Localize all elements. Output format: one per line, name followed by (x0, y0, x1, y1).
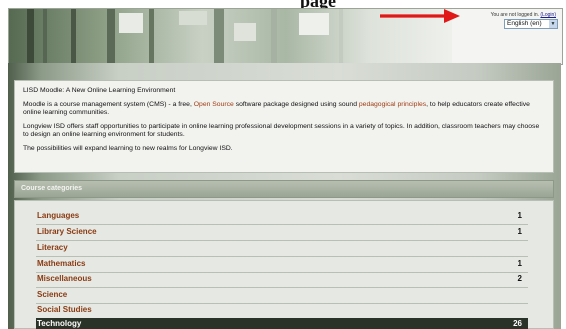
category-count: 1 (517, 227, 522, 236)
banner-tree (71, 9, 76, 64)
banner-pixel-block (299, 13, 329, 35)
category-count: 1 (517, 259, 522, 268)
language-select-value: English (en) (507, 20, 542, 27)
category-link[interactable]: Literacy (37, 243, 68, 252)
category-row[interactable]: Languages 1 (36, 210, 528, 225)
language-select[interactable]: English (en) ▼ (504, 19, 558, 29)
category-row[interactable]: Social Studies (36, 304, 528, 319)
pedagogical-principles-link[interactable]: pedagogical principles (359, 101, 426, 108)
intro-paragraph-2: Longview ISD offers staff opportunities … (23, 123, 540, 138)
intro-title: LISD Moodle: A New Online Learning Envir… (23, 87, 176, 94)
category-row[interactable]: Science (36, 289, 528, 304)
category-link[interactable]: Mathematics (37, 259, 85, 268)
banner-tree (214, 9, 224, 64)
intro-paragraph-3: The possibilities will expand learning t… (23, 145, 233, 152)
red-arrow-icon (380, 9, 460, 23)
category-link[interactable]: Languages (37, 211, 79, 220)
category-link[interactable]: Miscellaneous (37, 274, 92, 283)
category-row[interactable]: Literacy (36, 242, 528, 257)
banner-pixel-block (179, 11, 207, 25)
banner-tree (27, 9, 34, 64)
intro-p1-start: Moodle is a course management system (CM… (23, 101, 194, 108)
banner-tree (149, 9, 154, 64)
category-row[interactable]: Miscellaneous 2 (36, 273, 528, 288)
site-intro: LISD Moodle: A New Online Learning Envir… (14, 80, 554, 173)
category-row[interactable]: Mathematics 1 (36, 258, 528, 273)
category-row[interactable]: Technology 26 (36, 318, 528, 329)
cropped-top-text: page (0, 0, 566, 8)
intro-p1-mid: software package designed using sound (233, 101, 359, 108)
chevron-down-icon: ▼ (549, 20, 557, 28)
login-info: You are not logged in. (Login) (491, 12, 556, 18)
banner-tree (339, 9, 343, 64)
banner-tree (107, 9, 115, 64)
intro-paragraph-1: Moodle is a course management system (CM… (23, 101, 545, 117)
login-status-text: You are not logged in. (490, 12, 540, 18)
banner-tree (271, 9, 277, 64)
login-link[interactable]: (Login) (540, 12, 556, 18)
banner-tree (43, 9, 47, 64)
category-link[interactable]: Library Science (37, 227, 97, 236)
category-link[interactable]: Technology (37, 319, 81, 328)
banner-pixel-block (234, 23, 256, 41)
course-categories-header: Course categories (14, 180, 554, 198)
category-row[interactable]: Library Science 1 (36, 226, 528, 241)
category-link[interactable]: Social Studies (37, 305, 92, 314)
banner-pixel-block (119, 13, 143, 33)
login-area: You are not logged in. (Login) English (… (452, 9, 562, 64)
open-source-link[interactable]: Open Source (194, 101, 234, 108)
site-banner: You are not logged in. (Login) English (… (8, 8, 563, 65)
category-count: 1 (517, 211, 522, 220)
category-count: 26 (513, 319, 522, 328)
category-link[interactable]: Science (37, 290, 67, 299)
category-count: 2 (517, 274, 522, 283)
